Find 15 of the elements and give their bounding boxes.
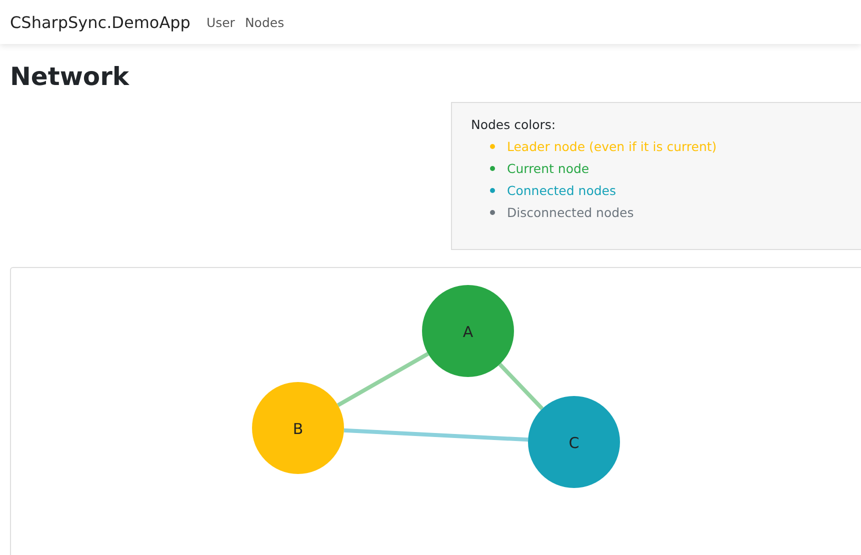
legend-label: Leader node (even if it is current): [507, 138, 717, 154]
brand-link[interactable]: CSharpSync.DemoApp: [10, 12, 190, 32]
legend-label: Disconnected nodes: [507, 204, 634, 220]
node-label: B: [292, 420, 304, 438]
node-circle[interactable]: [422, 285, 514, 377]
node-label: C: [568, 434, 580, 452]
nav-link[interactable]: Nodes: [244, 14, 284, 30]
node-label: A: [462, 323, 474, 341]
nav-link[interactable]: User: [206, 14, 235, 30]
legend-title: Nodes colors:: [471, 117, 557, 132]
legend-label: Current node: [507, 160, 590, 176]
legend-label: Connected nodes: [507, 182, 616, 198]
page-title: Network: [10, 62, 130, 93]
node-circle[interactable]: [252, 382, 344, 474]
node-circle[interactable]: [528, 396, 620, 488]
